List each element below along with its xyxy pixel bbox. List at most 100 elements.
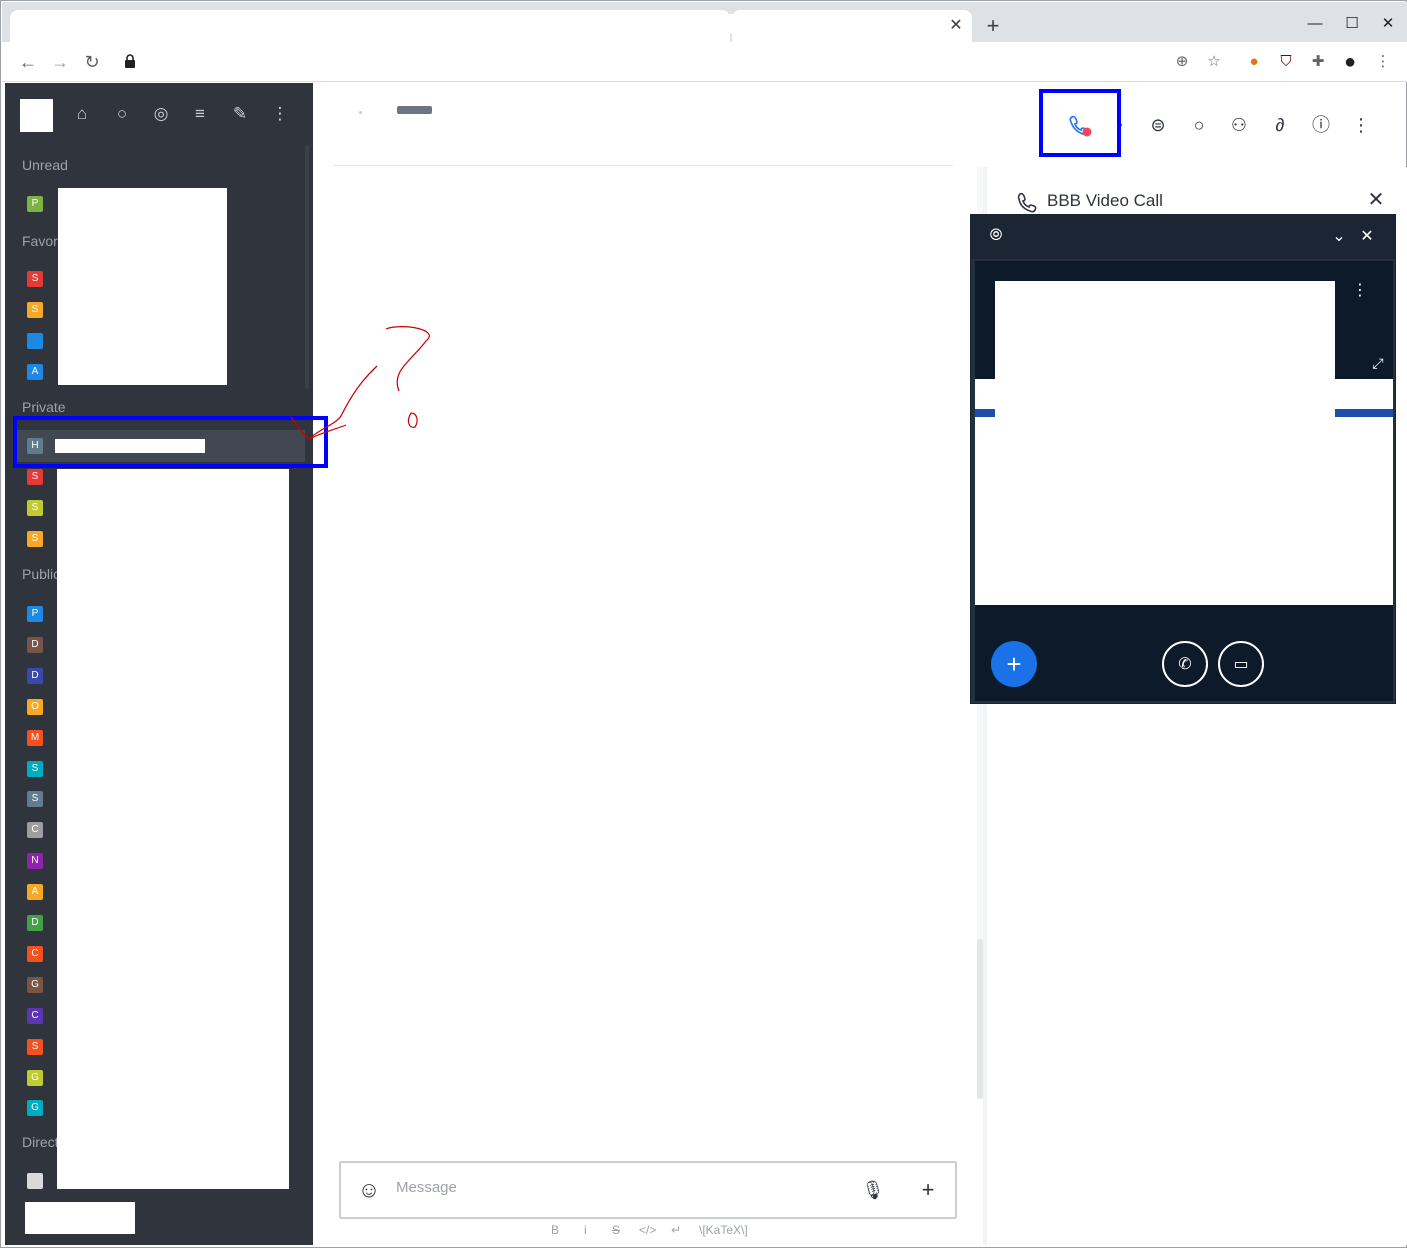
section-direct: Direct <box>22 1134 59 1150</box>
composer-actions-plus-icon[interactable]: + <box>916 1178 940 1202</box>
room-avatar[interactable]: S <box>27 760 43 777</box>
minimize-button[interactable]: — <box>1305 14 1325 34</box>
phone-icon <box>1017 192 1037 213</box>
panel-close-icon[interactable]: ✕ <box>1365 189 1387 211</box>
message-input[interactable]: Message <box>396 1179 457 1196</box>
room-avatar[interactable]: S <box>27 302 43 318</box>
sidebar-header: ⌂ ○ ◎ ≡ ✎ ⋮ <box>5 83 313 143</box>
format-multiline[interactable]: ↵ <box>671 1223 681 1237</box>
room-avatar[interactable]: S <box>27 500 43 516</box>
room-avatar[interactable]: D <box>27 667 43 684</box>
forward-icon[interactable]: → <box>48 50 72 74</box>
room-avatar[interactable]: C <box>27 945 43 962</box>
search-icon[interactable]: ○ <box>109 102 135 126</box>
tab-title-redacted <box>22 14 882 34</box>
bbb-titlebar: ⦾ ⌄ ✕ <box>971 215 1395 259</box>
chevron-down-icon[interactable]: ⌄ <box>1329 227 1349 247</box>
room-avatar[interactable]: O <box>27 698 43 715</box>
kebab-menu-icon[interactable]: ⋮ <box>1348 112 1374 138</box>
header-divider <box>333 165 953 166</box>
room-avatar[interactable]: A <box>27 364 43 380</box>
emoji-icon[interactable]: ☺ <box>357 1178 381 1202</box>
room-avatar[interactable]: D <box>27 915 43 931</box>
shared-screen-bar <box>975 409 995 417</box>
room-avatar[interactable] <box>27 333 43 349</box>
room-avatar[interactable]: G <box>27 976 43 993</box>
format-code[interactable]: </> <box>639 1223 656 1237</box>
broadcast-icon: ⦾ <box>989 227 1003 244</box>
panel-title: BBB Video Call <box>1047 191 1163 210</box>
threads-icon[interactable]: ⊜ <box>1145 112 1171 138</box>
room-avatar[interactable]: S <box>27 531 43 547</box>
lock-icon <box>125 54 135 68</box>
attachment-icon[interactable]: ∂ <box>1267 112 1293 138</box>
annotation-scribble <box>290 326 430 440</box>
redacted-room-list <box>57 469 289 1189</box>
address-bar[interactable] <box>112 48 1232 76</box>
browser-toolbar: ← → ↻ ⊕ ☆ ● ⛉ ✚ ● ⋮ <box>2 42 1407 82</box>
room-avatar[interactable]: S <box>27 1038 43 1055</box>
home-icon[interactable]: ⌂ <box>69 102 95 126</box>
zoom-icon[interactable]: ⊕ <box>1171 51 1193 73</box>
tab-close-icon[interactable]: ✕ <box>946 16 966 36</box>
redacted-user-status <box>25 1202 135 1234</box>
room-avatar[interactable]: S <box>27 791 43 808</box>
shared-screen-bar <box>1335 409 1393 417</box>
room-avatar[interactable]: S <box>27 271 43 287</box>
room-info-icon[interactable]: ⓘ <box>1308 112 1334 138</box>
bbb-video-window: ⦾ ⌄ ✕ ⋮ ⤢ + ✆ ▭ <box>970 214 1396 704</box>
bbb-actions-button[interactable]: + <box>991 641 1037 687</box>
sidebar: ⌂ ○ ◎ ≡ ✎ ⋮ Unread P Favori Private Publ… <box>5 83 313 1245</box>
fullscreen-icon[interactable]: ⤢ <box>1367 353 1389 373</box>
sidebar-menu-icon[interactable]: ⋮ <box>267 102 293 126</box>
annotation-highlight-call <box>1039 89 1121 157</box>
redacted-favorites <box>58 188 227 385</box>
room-icon <box>359 111 362 114</box>
room-avatar[interactable]: A <box>27 884 43 901</box>
directory-globe-icon[interactable]: ◎ <box>148 102 174 126</box>
room-avatar[interactable]: C <box>27 1007 43 1024</box>
room-avatar[interactable]: G <box>27 1069 43 1086</box>
section-favorites: Favori <box>22 233 61 249</box>
room-avatar[interactable]: P <box>27 196 43 212</box>
share-webcam-button[interactable]: ▭ <box>1218 641 1264 687</box>
search-messages-icon[interactable]: ○ <box>1186 112 1212 138</box>
browser-menu-icon[interactable]: ⋮ <box>1372 51 1394 73</box>
create-new-icon[interactable]: ✎ <box>227 102 253 126</box>
bbb-close-icon[interactable]: ✕ <box>1357 227 1377 247</box>
ublock-icon[interactable]: ⛉ <box>1275 51 1297 73</box>
bbb-content: ⋮ ⤢ + ✆ ▭ <box>975 261 1393 701</box>
reload-icon[interactable]: ↻ <box>80 50 104 74</box>
room-avatar[interactable]: M <box>27 729 43 746</box>
section-private: Private <box>22 399 66 415</box>
video-options-icon[interactable]: ⋮ <box>1350 281 1370 301</box>
maximize-button[interactable]: ☐ <box>1342 14 1362 34</box>
format-katex[interactable]: \[KaTeX\] <box>699 1223 748 1237</box>
microphone-icon[interactable]: 🎙 <box>861 1178 885 1202</box>
message-composer: ☺ Message 🎙 + <box>339 1161 957 1219</box>
room-avatar[interactable]: S <box>27 469 43 485</box>
window-close-button[interactable]: ✕ <box>1378 14 1398 34</box>
room-avatar[interactable]: N <box>27 853 43 870</box>
back-icon[interactable]: ← <box>16 50 40 74</box>
room-avatar[interactable]: C <box>27 822 43 839</box>
members-icon[interactable]: ⚇ <box>1226 112 1252 138</box>
plus-icon: + <box>1006 649 1022 679</box>
new-tab-button[interactable]: + <box>982 15 1004 37</box>
user-avatar[interactable] <box>20 99 53 132</box>
room-avatar[interactable]: D <box>27 636 43 653</box>
format-strike[interactable]: S <box>612 1223 620 1237</box>
bookmark-star-icon[interactable]: ☆ <box>1203 51 1225 73</box>
leave-audio-button[interactable]: ✆ <box>1162 641 1208 687</box>
direct-user-avatar[interactable] <box>27 1173 43 1189</box>
extension-monkey-icon[interactable]: ● <box>1243 51 1265 73</box>
extensions-puzzle-icon[interactable]: ✚ <box>1307 51 1329 73</box>
tab-bar: ✕ + — ☐ ✕ <box>2 2 1407 42</box>
camera-off-icon: ▭ <box>1233 656 1249 673</box>
format-italic[interactable]: i <box>584 1223 587 1237</box>
profile-icon[interactable]: ● <box>1339 51 1361 73</box>
format-bold[interactable]: B <box>551 1223 559 1237</box>
sort-icon[interactable]: ≡ <box>187 102 213 126</box>
room-avatar[interactable]: G <box>27 1100 43 1117</box>
room-avatar[interactable]: P <box>27 606 43 622</box>
